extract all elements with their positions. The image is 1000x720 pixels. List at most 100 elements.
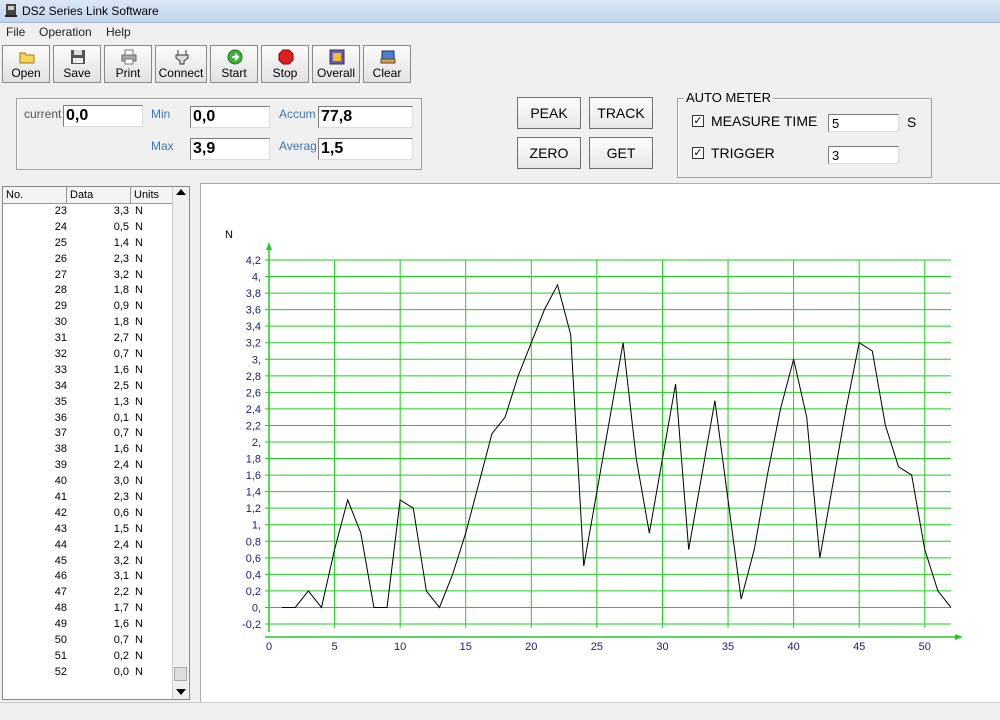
cell-no: 39 bbox=[54, 459, 67, 472]
menu-help[interactable]: Help bbox=[106, 25, 131, 39]
max-label: Max bbox=[151, 139, 174, 153]
cell-data: 1,5 bbox=[113, 522, 129, 535]
min-label: Min bbox=[151, 107, 171, 121]
cell-units: N bbox=[135, 634, 143, 647]
x-tick-label: 20 bbox=[525, 641, 537, 653]
table-row[interactable]: 43 1,5 N bbox=[3, 522, 175, 538]
column-header-units[interactable]: Units bbox=[131, 187, 175, 203]
cell-units: N bbox=[135, 506, 143, 519]
table-row[interactable]: 24 0,5 N bbox=[3, 220, 175, 236]
table-row[interactable]: 49 1,6 N bbox=[3, 617, 175, 633]
table-row[interactable]: 28 1,8 N bbox=[3, 283, 175, 299]
table-row[interactable]: 29 0,9 N bbox=[3, 299, 175, 315]
plot-area: 4,2 4, 3,8 3,6 3,4 3,2 3, 2,8 2,6 2,4 2,2 2, 1,8 1,6 1… bbox=[200, 183, 1000, 703]
scroll-thumb[interactable] bbox=[174, 667, 187, 681]
cell-no: 36 bbox=[54, 411, 67, 424]
auto-meter-title: AUTO METER bbox=[684, 90, 773, 105]
max-field[interactable]: 3,9 bbox=[190, 138, 270, 160]
y-tick-label: 3, bbox=[252, 354, 261, 366]
column-header-no[interactable]: No. bbox=[3, 187, 67, 203]
table-row[interactable]: 31 2,7 N bbox=[3, 331, 175, 347]
cell-no: 41 bbox=[54, 491, 67, 504]
cell-data: 1,8 bbox=[113, 284, 129, 297]
start-button[interactable]: Start bbox=[210, 45, 258, 83]
table-row[interactable]: 50 0,7 N bbox=[3, 633, 175, 649]
cell-data: 2,5 bbox=[113, 379, 129, 392]
table-row[interactable]: 30 1,8 N bbox=[3, 315, 175, 331]
average-field[interactable]: 1,5 bbox=[318, 138, 413, 160]
table-row[interactable]: 40 3,0 N bbox=[3, 474, 175, 490]
check-mark-icon: ✓ bbox=[693, 115, 703, 127]
measure-time-field[interactable]: 5 bbox=[828, 114, 899, 132]
cell-units: N bbox=[135, 586, 143, 599]
save-button[interactable]: Save bbox=[53, 45, 101, 83]
open-button[interactable]: Open bbox=[2, 45, 50, 83]
table-row[interactable]: 38 1,6 N bbox=[3, 442, 175, 458]
measure-time-checkbox[interactable]: ✓ bbox=[692, 115, 704, 127]
get-button[interactable]: GET bbox=[589, 137, 653, 169]
overall-label: Overall bbox=[316, 66, 355, 80]
scroll-up-icon[interactable] bbox=[176, 189, 186, 195]
cell-units: N bbox=[135, 491, 143, 504]
clear-button[interactable]: Clear bbox=[363, 45, 411, 83]
table-row[interactable]: 32 0,7 N bbox=[3, 347, 175, 363]
table-row[interactable]: 33 1,6 N bbox=[3, 363, 175, 379]
print-button[interactable]: Print bbox=[104, 45, 152, 83]
y-tick-label: 4, bbox=[252, 272, 261, 284]
table-row[interactable]: 51 0,2 N bbox=[3, 649, 175, 665]
y-tick-label: 3,2 bbox=[246, 338, 261, 350]
trigger-checkbox[interactable]: ✓ bbox=[692, 147, 704, 159]
table-row[interactable]: 39 2,4 N bbox=[3, 458, 175, 474]
y-tick-label: 2,6 bbox=[246, 387, 261, 399]
y-tick-label: 3,4 bbox=[246, 321, 261, 333]
column-header-data[interactable]: Data bbox=[67, 187, 131, 203]
cell-no: 50 bbox=[54, 634, 67, 647]
table-row[interactable]: 27 3,2 N bbox=[3, 268, 175, 284]
peak-button[interactable]: PEAK bbox=[517, 97, 581, 129]
accum-field[interactable]: 77,8 bbox=[318, 106, 413, 128]
current-field[interactable]: 0,0 bbox=[63, 105, 143, 127]
table-row[interactable]: 26 2,3 N bbox=[3, 252, 175, 268]
menu-file[interactable]: File bbox=[6, 25, 25, 39]
menu-operation[interactable]: Operation bbox=[39, 25, 92, 39]
cell-units: N bbox=[135, 665, 143, 678]
table-row[interactable]: 45 3,2 N bbox=[3, 554, 175, 570]
table-row[interactable]: 44 2,4 N bbox=[3, 538, 175, 554]
table-row[interactable]: 48 1,7 N bbox=[3, 601, 175, 617]
cell-data: 0,6 bbox=[113, 506, 129, 519]
cell-no: 35 bbox=[54, 395, 67, 408]
cell-data: 1,4 bbox=[113, 236, 129, 249]
cell-data: 1,3 bbox=[113, 395, 129, 408]
y-tick-label: 4,2 bbox=[246, 255, 261, 267]
cell-no: 49 bbox=[54, 618, 67, 631]
stop-button[interactable]: Stop bbox=[261, 45, 309, 83]
cell-data: 1,6 bbox=[113, 618, 129, 631]
cell-no: 31 bbox=[54, 332, 67, 345]
scroll-down-icon[interactable] bbox=[176, 689, 186, 695]
zero-button[interactable]: ZERO bbox=[517, 137, 581, 169]
title-bar: DS2 Series Link Software bbox=[0, 0, 1000, 23]
table-row[interactable]: 36 0,1 N bbox=[3, 411, 175, 427]
table-row[interactable]: 35 1,3 N bbox=[3, 395, 175, 411]
table-row[interactable]: 25 1,4 N bbox=[3, 236, 175, 252]
stop-icon bbox=[278, 49, 294, 65]
y-tick-label: 2,8 bbox=[246, 371, 261, 383]
table-row[interactable]: 34 2,5 N bbox=[3, 379, 175, 395]
min-field[interactable]: 0,0 bbox=[190, 106, 270, 128]
table-row[interactable]: 47 2,2 N bbox=[3, 585, 175, 601]
table-row[interactable]: 52 0,0 N bbox=[3, 665, 175, 681]
track-button[interactable]: TRACK bbox=[589, 97, 653, 129]
cell-data: 0,0 bbox=[113, 665, 129, 678]
table-row[interactable]: 23 3,3 N bbox=[3, 204, 175, 220]
data-table: No. Data Units 23 3,3 N 24 0,5 N 25 1,4 N 26 2,3 N 2… bbox=[2, 186, 190, 700]
table-scrollbar[interactable] bbox=[172, 187, 189, 699]
table-row[interactable]: 42 0,6 N bbox=[3, 506, 175, 522]
accum-label: Accum bbox=[279, 107, 316, 121]
trigger-field[interactable]: 3 bbox=[828, 146, 899, 164]
overall-button[interactable]: Overall bbox=[312, 45, 360, 83]
connect-button[interactable]: Connect bbox=[155, 45, 207, 83]
x-tick-label: 30 bbox=[656, 641, 668, 653]
table-row[interactable]: 46 3,1 N bbox=[3, 569, 175, 585]
table-row[interactable]: 41 2,3 N bbox=[3, 490, 175, 506]
table-row[interactable]: 37 0,7 N bbox=[3, 426, 175, 442]
